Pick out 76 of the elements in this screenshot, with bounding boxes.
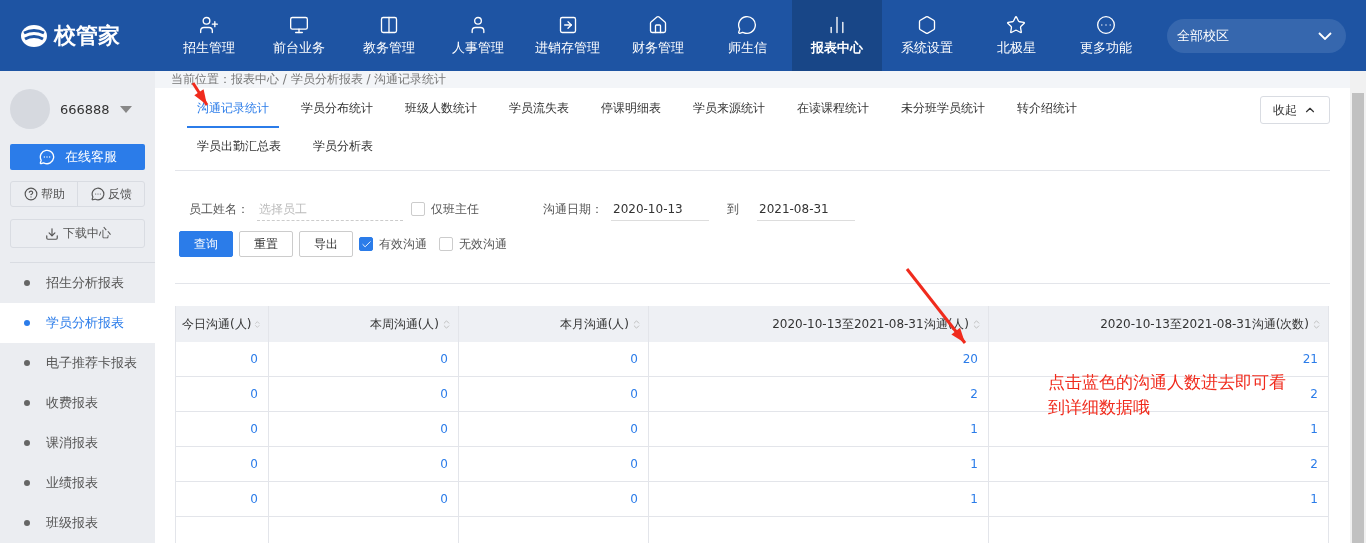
logo-text: 校管家	[54, 21, 120, 50]
sidebar-item[interactable]: 课消报表	[0, 423, 155, 463]
feedback-button[interactable]: 反馈	[77, 181, 144, 207]
count-link[interactable]: 0	[440, 457, 448, 471]
nav-item[interactable]: 北极星	[971, 0, 1061, 71]
count-link[interactable]: 0	[440, 387, 448, 401]
nav-item[interactable]: 财务管理	[612, 0, 703, 71]
column-header[interactable]: 本周沟通(人)	[269, 306, 459, 342]
tab[interactable]: 学员流失表	[499, 90, 579, 128]
nav-item[interactable]: 更多功能	[1061, 0, 1151, 71]
collapse-button[interactable]: 收起	[1260, 96, 1330, 124]
tab[interactable]: 学员出勤汇总表	[187, 128, 291, 166]
sidebar-item[interactable]: 招生分析报表	[0, 263, 155, 303]
nav-item[interactable]: 系统设置	[881, 0, 972, 71]
count-link[interactable]: 21	[1302, 352, 1318, 366]
count-link[interactable]: 0	[250, 387, 258, 401]
option-checkbox[interactable]: 无效沟通	[439, 235, 507, 253]
count-link[interactable]: 1	[970, 492, 978, 506]
nav-item[interactable]: 教务管理	[343, 0, 434, 71]
filter-button[interactable]: 重置	[239, 231, 293, 257]
filter-button[interactable]: 查询	[179, 231, 233, 257]
count-link[interactable]: 0	[440, 352, 448, 366]
count-link[interactable]: 2	[970, 387, 978, 401]
nav-item[interactable]: 报表中心	[792, 0, 882, 71]
tab[interactable]: 转介绍统计	[1007, 90, 1087, 128]
count-link[interactable]: 1	[970, 422, 978, 436]
tab[interactable]: 停课明细表	[591, 90, 671, 128]
sidebar-item[interactable]: 收费报表	[0, 383, 155, 423]
count-link[interactable]: 0	[630, 387, 638, 401]
sidebar-item[interactable]: 班级报表	[0, 503, 155, 543]
count-link[interactable]: 0	[250, 352, 258, 366]
count-link[interactable]: 0	[630, 492, 638, 506]
tab[interactable]: 在读课程统计	[787, 90, 879, 128]
count-link[interactable]: 0	[250, 492, 258, 506]
range-separator: 到	[727, 200, 739, 218]
head-teacher-checkbox[interactable]: 仅班主任	[411, 200, 479, 218]
field-label: 员工姓名：	[189, 200, 249, 218]
nav-item[interactable]: 人事管理	[433, 0, 524, 71]
sidebar-item[interactable]: 电子推荐卡报表	[0, 343, 155, 383]
tab[interactable]: 学员来源统计	[683, 90, 775, 128]
campus-select[interactable]: 全部校区	[1166, 18, 1347, 53]
download-center-button[interactable]: 下载中心	[10, 219, 145, 248]
annotation-text: 点击蓝色的沟通人数进去即可看到详细数据哦	[1048, 371, 1286, 419]
count-link[interactable]: 1	[1310, 422, 1318, 436]
count-link[interactable]: 0	[440, 422, 448, 436]
column-header[interactable]: 今日沟通(人)	[176, 306, 269, 342]
count-link[interactable]: 0	[250, 457, 258, 471]
tab[interactable]: 学员分析表	[303, 128, 383, 166]
tab[interactable]: 学员分布统计	[291, 90, 383, 128]
sidebar-item[interactable]: 业绩报表	[0, 463, 155, 503]
nav-item[interactable]: 前台业务	[254, 0, 344, 71]
count-link[interactable]: 20	[962, 352, 978, 366]
nav-item[interactable]: 师生信	[702, 0, 793, 71]
count-link[interactable]: 0	[440, 492, 448, 506]
breadcrumb: 当前位置：报表中心 / 学员分析报表 / 沟通记录统计	[155, 71, 1350, 88]
count-link[interactable]: 0	[630, 457, 638, 471]
sidebar-item[interactable]: 学员分析报表	[0, 303, 155, 343]
count-link[interactable]: 0	[250, 422, 258, 436]
count-link[interactable]: 2	[1310, 457, 1318, 471]
count-link[interactable]: 0	[630, 352, 638, 366]
field-label: 沟通日期：	[543, 200, 603, 218]
option-checkbox[interactable]: 有效沟通	[359, 235, 427, 253]
user-name[interactable]: 666888	[60, 101, 110, 117]
tab[interactable]: 班级人数统计	[395, 90, 487, 128]
column-header[interactable]: 2020-10-13至2021-08-31沟通(次数)	[989, 306, 1329, 342]
online-service-button[interactable]: 在线客服	[10, 144, 145, 170]
count-link[interactable]: 2	[1310, 387, 1318, 401]
help-button[interactable]: 帮助	[11, 181, 77, 207]
count-link[interactable]: 0	[630, 422, 638, 436]
count-link[interactable]: 1	[1310, 492, 1318, 506]
count-link[interactable]: 1	[970, 457, 978, 471]
nav-item[interactable]: 进销存管理	[523, 0, 613, 71]
filter-button[interactable]: 导出	[299, 231, 353, 257]
nav-item[interactable]: 招生管理	[164, 0, 255, 71]
tab[interactable]: 未分班学员统计	[891, 90, 995, 128]
column-header[interactable]: 本月沟通(人)	[459, 306, 649, 342]
